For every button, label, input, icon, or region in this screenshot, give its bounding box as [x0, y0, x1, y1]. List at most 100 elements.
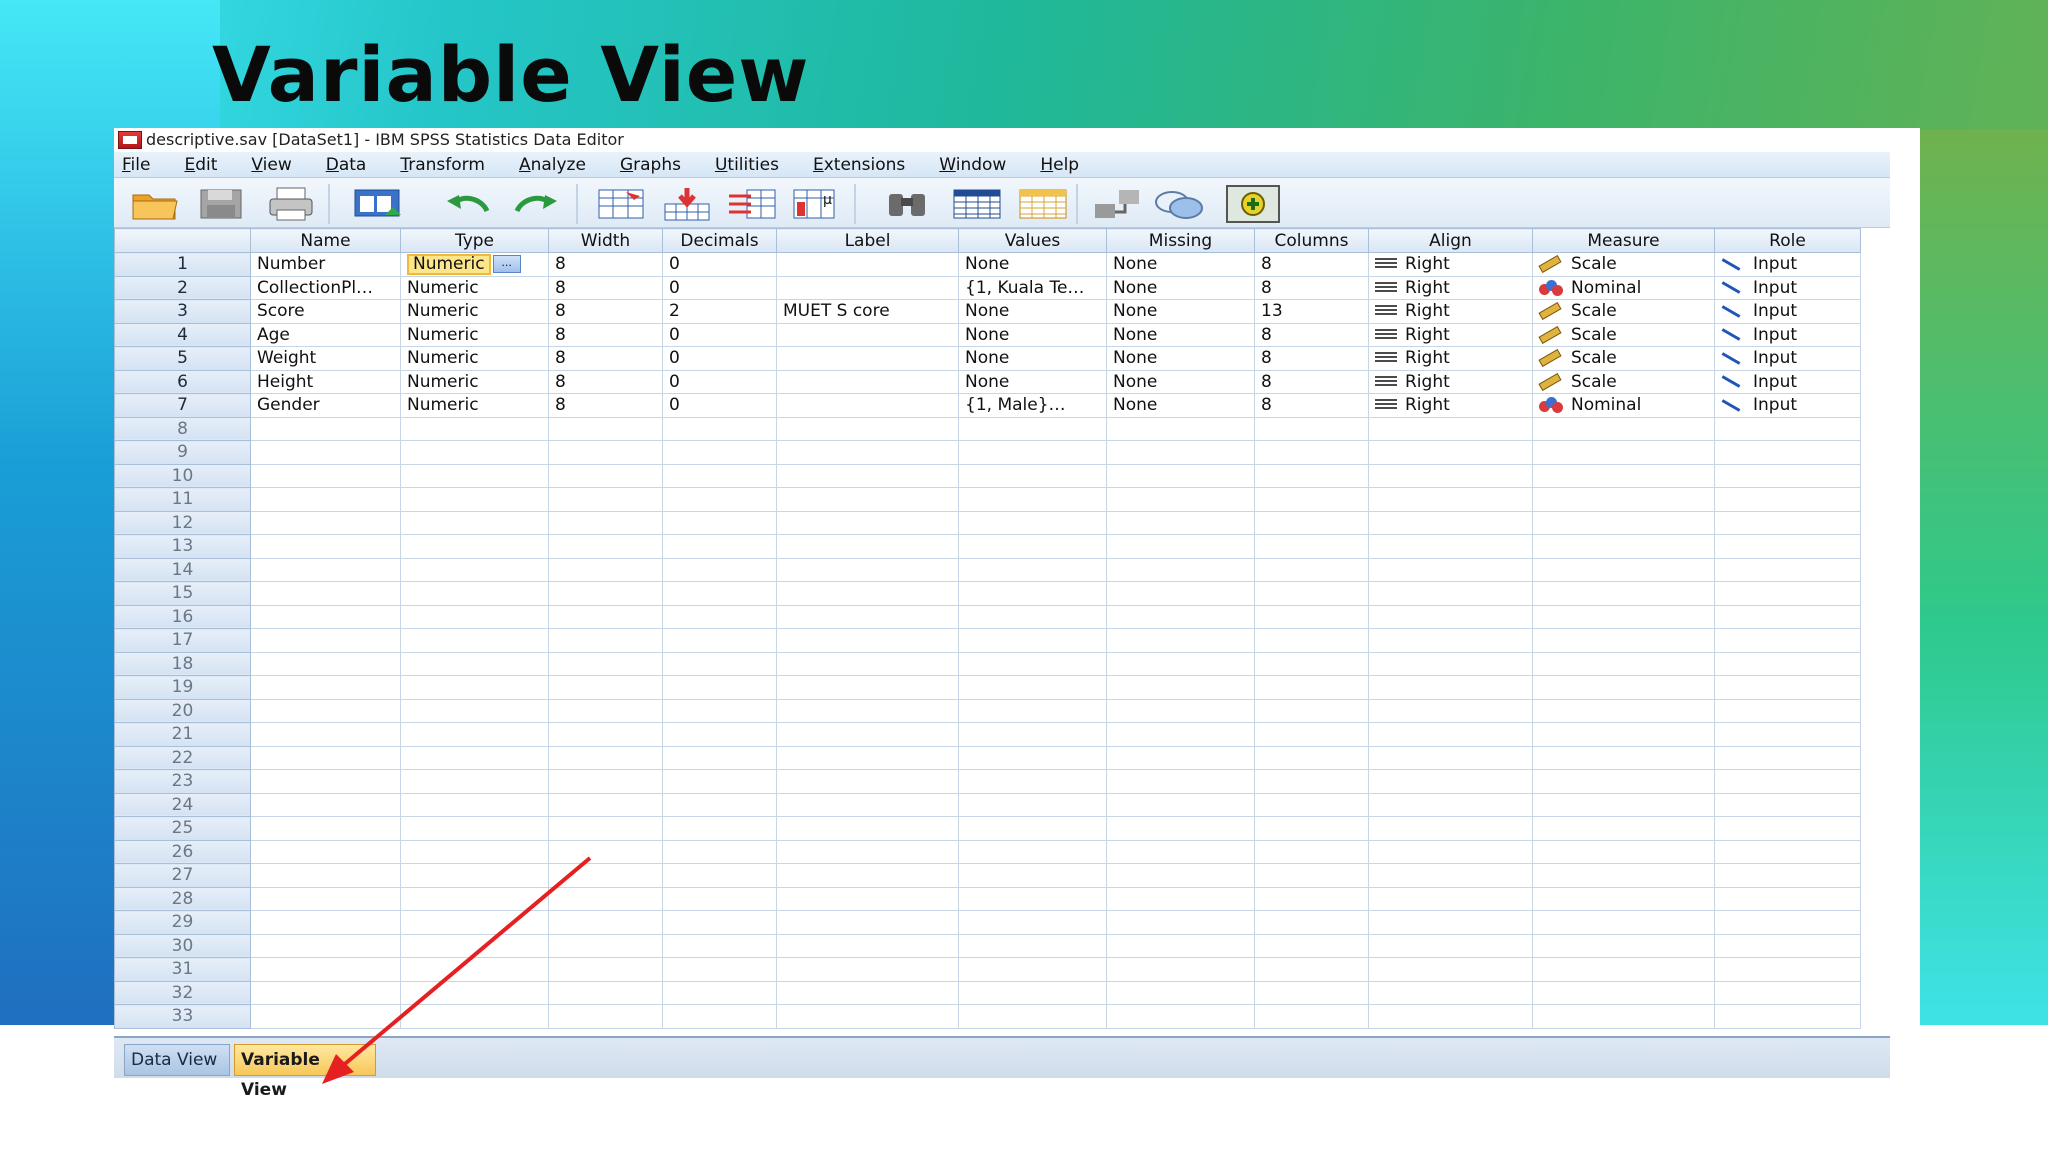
cell-columns[interactable]: [1254, 769, 1369, 794]
cell-name[interactable]: [250, 487, 401, 512]
cell-values[interactable]: [958, 863, 1107, 888]
cell-missing[interactable]: [1106, 839, 1255, 864]
cell-missing[interactable]: None: [1106, 252, 1255, 277]
cell-type[interactable]: Numeric: [400, 275, 549, 300]
cell-align[interactable]: [1368, 745, 1533, 770]
cell-missing[interactable]: None: [1106, 299, 1255, 324]
cell-type[interactable]: [400, 440, 549, 465]
cell-decimals[interactable]: [662, 510, 777, 535]
cell-width[interactable]: [548, 745, 663, 770]
cell-role[interactable]: [1714, 510, 1861, 535]
insert-cases-icon[interactable]: [950, 185, 1004, 223]
cell-decimals[interactable]: 0: [662, 252, 777, 277]
cell-measure[interactable]: [1532, 980, 1715, 1005]
cell-values[interactable]: [958, 487, 1107, 512]
cell-missing[interactable]: [1106, 440, 1255, 465]
cell-label[interactable]: [776, 463, 959, 488]
cell-width[interactable]: [548, 698, 663, 723]
cell-name[interactable]: [250, 628, 401, 653]
cell-align[interactable]: [1368, 487, 1533, 512]
cell-name[interactable]: Height: [250, 369, 401, 394]
row-number[interactable]: 21: [114, 722, 251, 747]
cell-role[interactable]: [1714, 745, 1861, 770]
cell-measure[interactable]: Scale: [1532, 299, 1715, 324]
menu-window[interactable]: Window: [939, 155, 1006, 175]
cell-missing[interactable]: None: [1106, 369, 1255, 394]
cell-align[interactable]: [1368, 769, 1533, 794]
open-folder-icon[interactable]: [128, 185, 182, 223]
cell-columns[interactable]: [1254, 957, 1369, 982]
cell-measure[interactable]: [1532, 581, 1715, 606]
cell-missing[interactable]: None: [1106, 393, 1255, 418]
cell-name[interactable]: [250, 816, 401, 841]
cell-name[interactable]: [250, 416, 401, 441]
cell-missing[interactable]: [1106, 910, 1255, 935]
cell-width[interactable]: [548, 534, 663, 559]
cell-width[interactable]: [548, 581, 663, 606]
cell-columns[interactable]: 8: [1254, 252, 1369, 277]
cell-name[interactable]: [250, 769, 401, 794]
cell-label[interactable]: [776, 839, 959, 864]
column-header-name[interactable]: Name: [250, 228, 401, 253]
cell-decimals[interactable]: [662, 651, 777, 676]
cell-columns[interactable]: [1254, 839, 1369, 864]
cell-decimals[interactable]: [662, 957, 777, 982]
cell-decimals[interactable]: [662, 863, 777, 888]
cell-missing[interactable]: [1106, 534, 1255, 559]
cell-role[interactable]: [1714, 651, 1861, 676]
cell-align[interactable]: [1368, 980, 1533, 1005]
cell-values[interactable]: [958, 839, 1107, 864]
cell-label[interactable]: [776, 604, 959, 629]
cell-align[interactable]: Right: [1368, 252, 1533, 277]
cell-columns[interactable]: [1254, 980, 1369, 1005]
cell-values[interactable]: {1, Male}…: [958, 393, 1107, 418]
cell-decimals[interactable]: [662, 557, 777, 582]
cell-name[interactable]: [250, 675, 401, 700]
cell-label[interactable]: [776, 957, 959, 982]
cell-measure[interactable]: [1532, 604, 1715, 629]
save-icon[interactable]: [194, 185, 248, 223]
cell-type[interactable]: [400, 722, 549, 747]
cell-role[interactable]: Input: [1714, 252, 1861, 277]
cell-label[interactable]: [776, 416, 959, 441]
cell-role[interactable]: Input: [1714, 275, 1861, 300]
cell-values[interactable]: [958, 910, 1107, 935]
cell-values[interactable]: [958, 698, 1107, 723]
cell-label[interactable]: [776, 275, 959, 300]
cell-missing[interactable]: [1106, 698, 1255, 723]
cell-values[interactable]: [958, 957, 1107, 982]
cell-width[interactable]: [548, 722, 663, 747]
cell-type[interactable]: [400, 416, 549, 441]
cell-role[interactable]: Input: [1714, 346, 1861, 371]
cell-missing[interactable]: [1106, 863, 1255, 888]
cell-align[interactable]: Right: [1368, 299, 1533, 324]
cell-decimals[interactable]: [662, 769, 777, 794]
cell-values[interactable]: None: [958, 369, 1107, 394]
cell-align[interactable]: [1368, 816, 1533, 841]
cell-missing[interactable]: None: [1106, 322, 1255, 347]
cell-columns[interactable]: [1254, 463, 1369, 488]
cell-values[interactable]: [958, 581, 1107, 606]
cell-label[interactable]: [776, 816, 959, 841]
cell-columns[interactable]: [1254, 698, 1369, 723]
cell-columns[interactable]: 8: [1254, 275, 1369, 300]
cell-missing[interactable]: [1106, 722, 1255, 747]
cell-missing[interactable]: [1106, 769, 1255, 794]
cell-label[interactable]: [776, 886, 959, 911]
menu-view[interactable]: View: [251, 155, 291, 175]
cell-decimals[interactable]: [662, 581, 777, 606]
row-number[interactable]: 23: [114, 769, 251, 794]
cell-role[interactable]: [1714, 534, 1861, 559]
redo-icon[interactable]: [510, 185, 564, 223]
cell-label[interactable]: [776, 628, 959, 653]
cell-measure[interactable]: [1532, 769, 1715, 794]
row-number[interactable]: 17: [114, 628, 251, 653]
cell-missing[interactable]: [1106, 416, 1255, 441]
cell-align[interactable]: [1368, 675, 1533, 700]
cell-align[interactable]: [1368, 722, 1533, 747]
cell-columns[interactable]: [1254, 651, 1369, 676]
cell-align[interactable]: Right: [1368, 275, 1533, 300]
cell-measure[interactable]: [1532, 628, 1715, 653]
cell-label[interactable]: [776, 698, 959, 723]
cell-measure[interactable]: [1532, 933, 1715, 958]
